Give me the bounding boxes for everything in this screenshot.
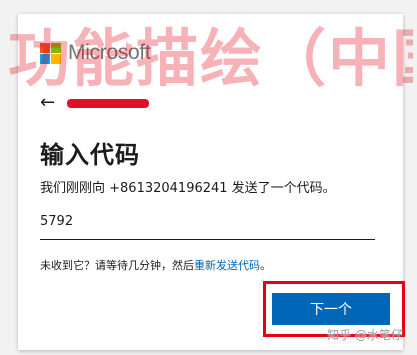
resend-hint: 未收到它？请等待几分钟，然后重新发送代码。 <box>40 257 271 273</box>
account-identifier-redacted <box>67 98 150 108</box>
code-sent-description: 我们刚刚向 +8613204196241 发送了一个代码。 <box>40 181 336 196</box>
microsoft-logo-icon <box>40 42 61 64</box>
logo-square-blue <box>40 53 50 64</box>
next-button[interactable]: 下一个 <box>272 293 390 325</box>
microsoft-logo: Microsoft <box>40 41 151 65</box>
page-title: 输入代码 <box>40 141 140 169</box>
resend-code-link[interactable]: 重新发送代码 <box>194 259 260 272</box>
logo-square-yellow <box>51 53 61 64</box>
resend-hint-suffix: 。 <box>260 259 271 272</box>
verification-code-input[interactable] <box>40 207 375 240</box>
account-row: ← <box>40 94 150 112</box>
logo-square-green <box>51 42 61 53</box>
back-arrow-icon[interactable]: ← <box>40 94 55 112</box>
resend-hint-text: 未收到它？请等待几分钟，然后 <box>40 259 194 272</box>
signin-card: Microsoft ← 输入代码 我们刚刚向 +8613204196241 发送… <box>18 14 405 350</box>
brand-name: Microsoft <box>68 41 151 64</box>
site-watermark: 知乎 @水笔仔 <box>327 328 403 342</box>
logo-square-red <box>40 42 50 53</box>
